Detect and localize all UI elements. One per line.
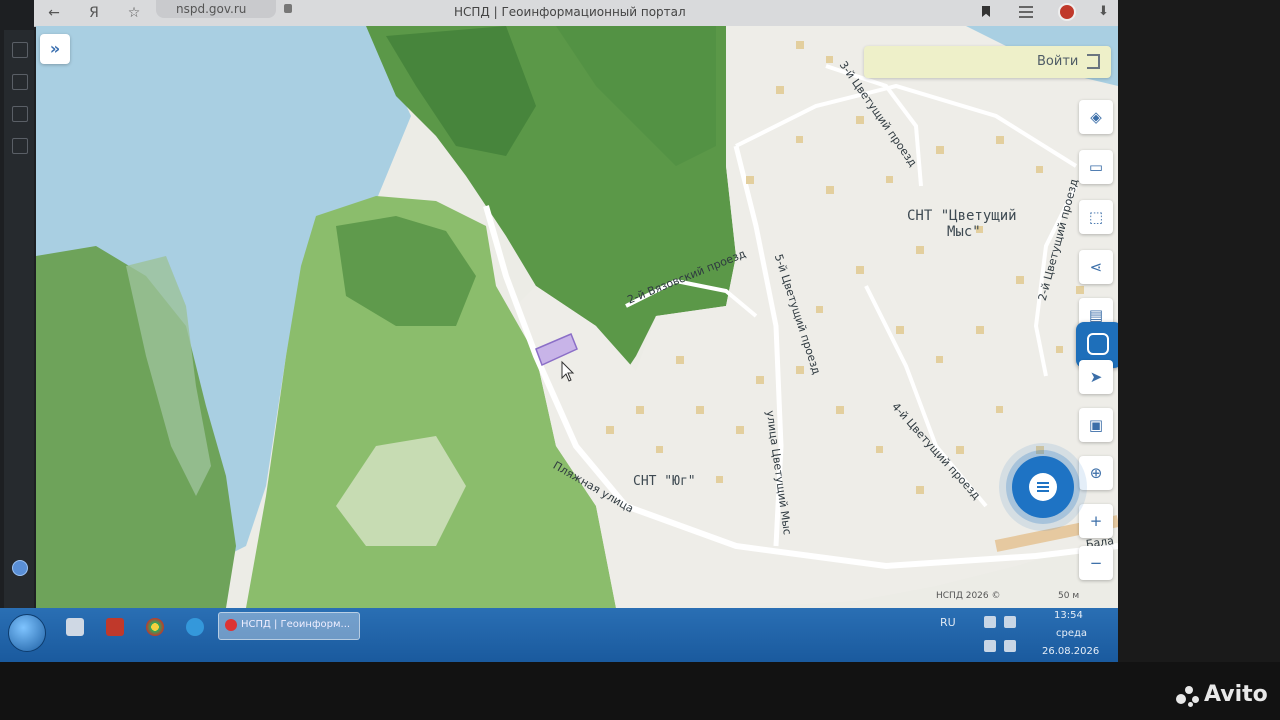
share-button[interactable]: ⋖ — [1079, 250, 1113, 284]
avito-logo-icon — [1176, 686, 1200, 707]
tray-icon[interactable] — [984, 616, 996, 628]
chrome-icon[interactable] — [146, 618, 164, 636]
language-indicator[interactable]: RU — [940, 616, 956, 629]
scale-bar: 50 м — [1058, 591, 1080, 601]
ruler-icon: ▭ — [1088, 158, 1104, 176]
yandex-browser-icon — [225, 619, 237, 631]
clock-day: среда — [1056, 628, 1088, 639]
extension-icon[interactable] — [1058, 3, 1076, 21]
ruler-button[interactable]: ▭ — [1079, 150, 1113, 184]
back-arrow-icon[interactable]: ← — [44, 3, 64, 23]
chat-button[interactable] — [1012, 456, 1074, 518]
clock-time[interactable]: 13:54 — [1054, 610, 1083, 621]
browser-toolbar: ← Я ☆ nspd.gov.ru НСПД | Геоинформационн… — [34, 0, 1118, 27]
minimap-icon: ▣ — [1088, 416, 1104, 434]
pencil-icon — [1087, 333, 1109, 355]
monitor-bezel-right — [1118, 0, 1280, 720]
map-copyright: НСПД 2026 © — [936, 591, 1001, 601]
assistant-icon[interactable] — [12, 560, 28, 576]
layers-button[interactable]: ◈ — [1079, 100, 1113, 134]
select-area-icon: ⬚ — [1088, 208, 1104, 226]
yandex-icon[interactable]: Я — [84, 3, 104, 23]
expand-panel-button[interactable]: » — [40, 34, 70, 64]
monitor-bezel-bottom — [0, 662, 1280, 720]
bookmark-icon[interactable] — [982, 6, 990, 17]
login-icon — [1087, 54, 1100, 69]
url-text: nspd.gov.ru — [176, 2, 247, 16]
double-chevron-right-icon: » — [49, 39, 61, 58]
side-app-icon[interactable] — [12, 106, 28, 122]
side-panel-strip — [4, 30, 34, 610]
network-icon[interactable] — [1004, 640, 1016, 652]
page-title: НСПД | Геоинформационный портал — [454, 5, 686, 19]
login-bar[interactable]: Войти — [864, 46, 1111, 78]
taskbar-window-item[interactable]: НСПД | Геоинформ... — [218, 612, 360, 640]
locate-icon: ➤ — [1089, 368, 1103, 386]
zoom-out-icon: − — [1089, 554, 1103, 572]
map-canvas[interactable] — [36, 26, 1118, 608]
chat-icon — [1029, 473, 1057, 501]
zoom-in-button[interactable]: + — [1079, 504, 1113, 538]
zoom-out-button[interactable]: − — [1079, 546, 1113, 580]
bookmark-star-icon[interactable]: ☆ — [124, 3, 144, 23]
zoom-in-icon: + — [1089, 512, 1103, 530]
minimap-button[interactable]: ▣ — [1079, 408, 1113, 442]
select-area-button[interactable]: ⬚ — [1079, 200, 1113, 234]
taskbar: НСПД | Геоинформ... RU 13:54 среда 26.08… — [0, 608, 1118, 662]
layers-icon: ◈ — [1090, 108, 1102, 126]
volume-icon[interactable] — [984, 640, 996, 652]
side-app-icon[interactable] — [12, 74, 28, 90]
media-icon[interactable] — [106, 618, 124, 636]
clock-date: 26.08.2026 — [1042, 646, 1100, 657]
place-label-snt-cvetushchiy: СНТ "Цветущий — [907, 208, 1017, 224]
ie-icon[interactable] — [186, 618, 204, 636]
find-button[interactable]: ⊕ — [1079, 456, 1113, 490]
locate-button[interactable]: ➤ — [1079, 360, 1113, 394]
avito-watermark-text: Avito — [1204, 682, 1268, 707]
start-button[interactable] — [8, 614, 46, 652]
place-label-snt-cvetushchiy-line2: Мыс" — [947, 224, 981, 240]
search-icon: ⊕ — [1089, 464, 1103, 482]
lock-icon — [284, 4, 292, 13]
side-app-icon[interactable] — [12, 138, 28, 154]
tray-icon[interactable] — [1004, 616, 1016, 628]
map-viewport[interactable]: СНТ "Цветущий Мыс" СНТ "Юг" 2-й Вязовски… — [36, 26, 1118, 608]
taskbar-window-label: НСПД | Геоинформ... — [241, 619, 351, 630]
side-app-icon[interactable] — [12, 42, 28, 58]
file-icon[interactable] — [66, 618, 84, 636]
share-icon: ⋖ — [1089, 258, 1103, 276]
menu-icon[interactable] — [1019, 6, 1033, 18]
place-label-snt-yug: СНТ "Юг" — [633, 474, 696, 489]
download-icon[interactable]: ⬇ — [1098, 4, 1109, 19]
login-button[interactable]: Войти — [1037, 54, 1078, 69]
